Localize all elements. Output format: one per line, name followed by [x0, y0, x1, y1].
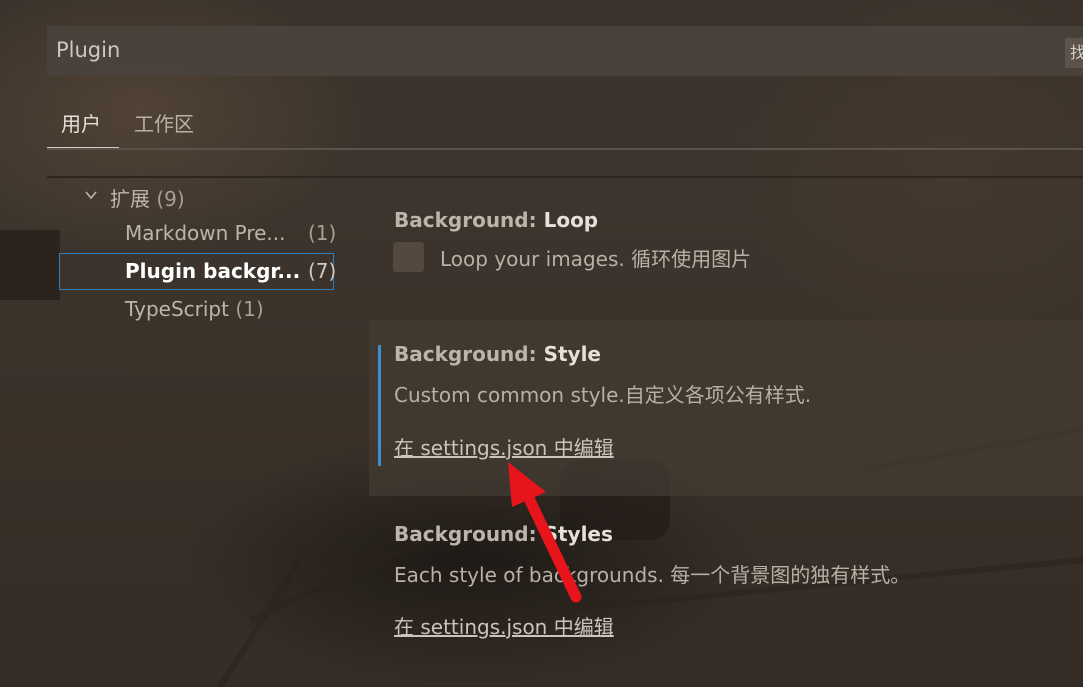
scope-tabs: 用户 工作区: [47, 104, 1083, 150]
setting-title-style: Background: Style: [394, 342, 601, 366]
tree-item-label: Plugin backgr...: [125, 259, 301, 283]
tree-item-count: (1): [235, 297, 264, 321]
setting-title-styles: Background: Styles: [394, 522, 613, 546]
focus-indicator: [378, 345, 381, 466]
setting-name: Style: [543, 342, 601, 366]
edit-in-settings-json-link[interactable]: 在 settings.json 中编辑: [394, 432, 614, 461]
tab-workspace[interactable]: 工作区: [134, 108, 194, 137]
tree-group-extensions[interactable]: 扩展 (9): [110, 183, 185, 212]
setting-description-loop: Loop your images. 循环使用图片: [440, 247, 752, 271]
tree-item-typescript[interactable]: TypeScript (1): [125, 297, 264, 321]
setting-title-loop: Background: Loop: [394, 208, 598, 232]
tree-item-count: (7): [308, 259, 337, 283]
content-divider: [47, 176, 1083, 178]
tab-user[interactable]: 用户: [61, 108, 101, 137]
setting-name: Loop: [543, 208, 599, 232]
search-side-button[interactable]: 找: [1065, 38, 1083, 68]
setting-name: Styles: [543, 522, 613, 546]
search-input[interactable]: Plugin: [56, 38, 120, 62]
chevron-down-icon[interactable]: [84, 188, 98, 202]
edit-in-settings-json-link[interactable]: 在 settings.json 中编辑: [394, 611, 614, 640]
tree-item-count: (1): [308, 221, 337, 245]
loop-checkbox[interactable]: [393, 242, 424, 272]
tabs-divider: [47, 148, 1083, 150]
tree-item-markdown-preview[interactable]: Markdown Pre...: [125, 221, 286, 245]
tree-item-plugin-background[interactable]: Plugin backgr...: [125, 259, 300, 283]
setting-description-styles: Each style of backgrounds. 每一个背景图的独有样式。: [394, 563, 911, 587]
setting-category: Background:: [394, 208, 544, 232]
setting-category: Background:: [394, 522, 544, 546]
tree-item-label: Markdown Pre...: [125, 221, 286, 245]
tree-item-label: TypeScript: [125, 297, 229, 321]
setting-description-style: Custom common style.自定义各项公有样式.: [394, 383, 812, 407]
search-bar[interactable]: Plugin 找: [47, 26, 1083, 76]
setting-category: Background:: [394, 342, 544, 366]
tree-group-count: (9): [156, 187, 185, 211]
tree-group-label: 扩展: [110, 187, 150, 211]
